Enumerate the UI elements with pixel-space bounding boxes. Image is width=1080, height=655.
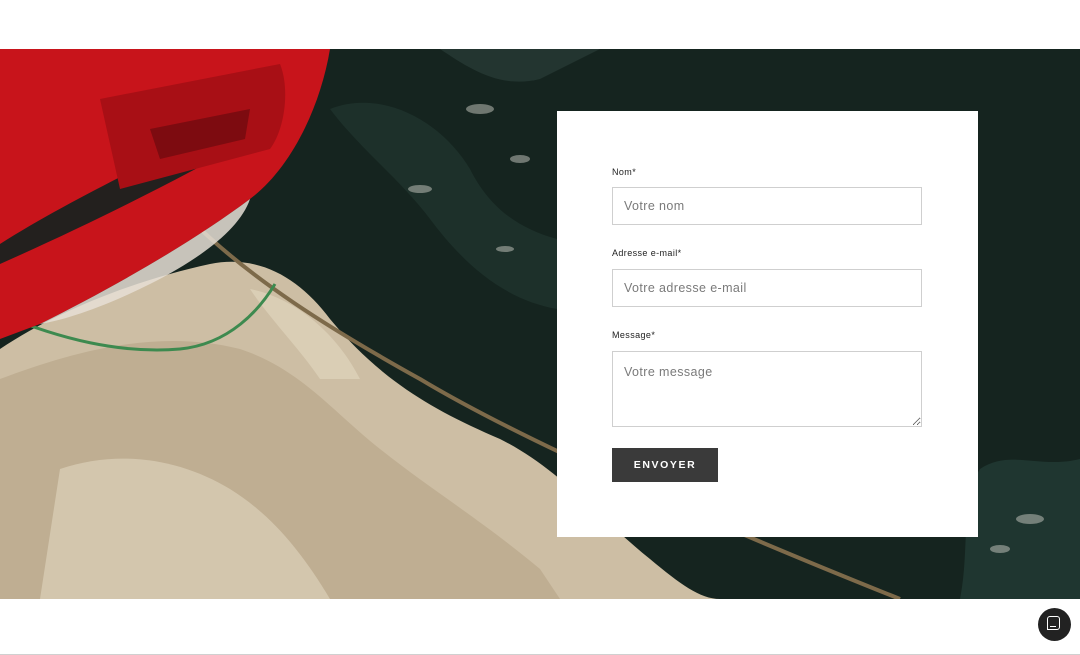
email-input[interactable] (612, 269, 922, 307)
top-bar (0, 0, 1080, 49)
message-label: Message* (612, 330, 656, 340)
footer-area (0, 599, 1080, 655)
submit-button[interactable]: ENVOYER (612, 448, 718, 482)
name-label: Nom* (612, 167, 637, 177)
name-input[interactable] (612, 187, 922, 225)
chat-launcher-button[interactable] (1038, 608, 1071, 641)
chat-bubble-icon (1047, 616, 1060, 630)
contact-form: Nom* Adresse e-mail* Message* ENVOYER (557, 111, 978, 537)
message-textarea[interactable] (612, 351, 922, 427)
email-label: Adresse e-mail* (612, 248, 682, 258)
